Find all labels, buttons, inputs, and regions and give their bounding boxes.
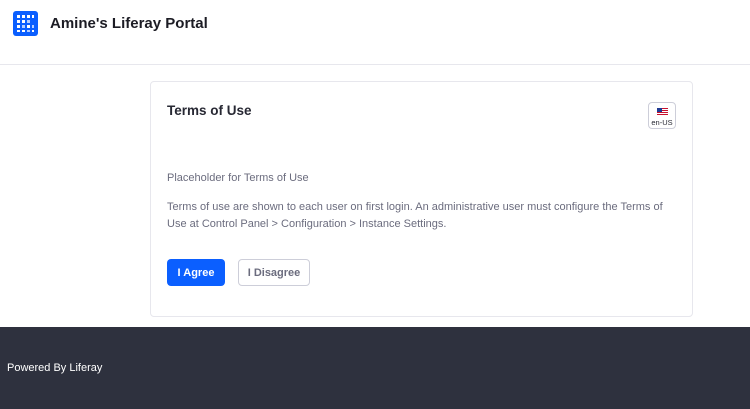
- language-code: en-US: [651, 118, 673, 127]
- site-title[interactable]: Amine's Liferay Portal: [50, 15, 208, 32]
- terms-title: Terms of Use: [167, 103, 252, 118]
- terms-description: Terms of use are shown to each user on f…: [167, 201, 663, 230]
- terms-of-use-card: Terms of Use en-US Placeholder for Terms…: [150, 81, 693, 317]
- us-flag-icon: [657, 108, 668, 116]
- liferay-logo-icon[interactable]: [13, 11, 38, 36]
- language-selector-button[interactable]: en-US: [648, 102, 676, 129]
- site-header: Amine's Liferay Portal: [0, 0, 750, 65]
- powered-by-text: Powered By Liferay: [7, 362, 103, 374]
- main-content: Terms of Use en-US Placeholder for Terms…: [0, 66, 750, 327]
- disagree-button[interactable]: I Disagree: [238, 259, 310, 286]
- terms-placeholder: Placeholder for Terms of Use: [167, 172, 309, 184]
- agree-button[interactable]: I Agree: [167, 259, 225, 286]
- site-footer: Powered By Liferay: [0, 327, 750, 409]
